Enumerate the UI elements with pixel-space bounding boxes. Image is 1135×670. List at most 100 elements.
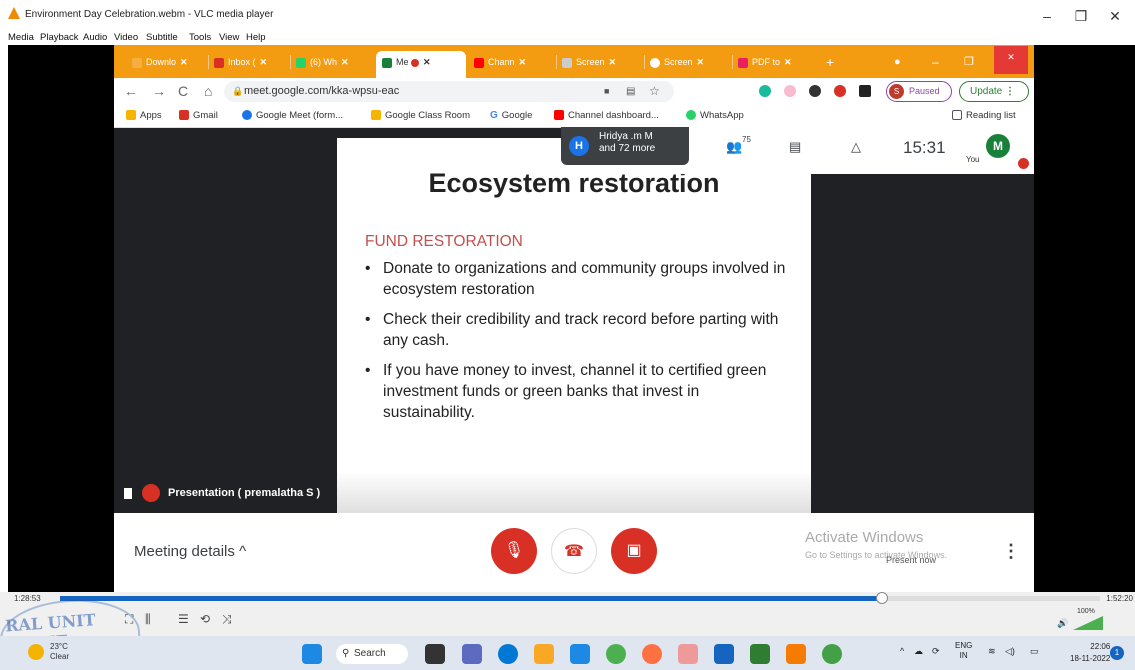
extension-icon[interactable] xyxy=(784,85,796,97)
minimize-button[interactable]: – xyxy=(1032,6,1062,26)
restore-button[interactable]: ❐ xyxy=(1066,6,1096,26)
network-share-icon[interactable]: ⟳ xyxy=(932,646,940,657)
tab-inbox[interactable]: Inbox (✕ xyxy=(214,51,286,73)
present-now-button[interactable]: Present now xyxy=(886,555,936,565)
start-icon[interactable] xyxy=(302,644,322,664)
cloud-icon[interactable]: ☁ xyxy=(914,646,923,657)
tab-screen-2[interactable]: Screen ✕ xyxy=(650,51,728,73)
record-extension-icon[interactable] xyxy=(834,85,846,97)
profile-paused-button[interactable]: S Paused xyxy=(886,81,952,102)
close-tab-icon[interactable]: ✕ xyxy=(341,57,349,67)
close-tab-icon[interactable]: ✕ xyxy=(609,57,617,67)
task-view-icon[interactable] xyxy=(425,644,445,664)
close-tab-icon[interactable]: ✕ xyxy=(519,57,527,67)
puzzle-icon[interactable] xyxy=(859,85,871,97)
leave-call-button[interactable]: ☎ xyxy=(551,528,597,574)
mic-toggle-button[interactable]: 🎙 xyxy=(491,528,537,574)
chat-app-icon[interactable] xyxy=(462,644,482,664)
wifi-icon[interactable]: ≋ xyxy=(988,646,996,657)
search-label: Search xyxy=(354,648,386,659)
speaker-icon[interactable]: 🔊 xyxy=(1057,618,1068,629)
close-tab-icon[interactable]: ✕ xyxy=(784,57,792,67)
tray-chevron-icon[interactable]: ^ xyxy=(900,646,904,656)
url-input[interactable]: 🔒 meet.google.com/kka-wpsu-eac ■ ▤ ☆ xyxy=(224,81,674,102)
weather-widget[interactable]: 23°C Clear xyxy=(28,642,69,662)
menu-audio[interactable]: Audio xyxy=(83,32,107,43)
file-explorer-icon[interactable] xyxy=(534,644,554,664)
close-tab-icon[interactable]: ✕ xyxy=(697,57,705,67)
language-indicator[interactable]: ENG IN xyxy=(955,641,972,661)
bookmark-channel-dashboard[interactable]: Channel dashboard... xyxy=(554,110,659,121)
extension-icon[interactable] xyxy=(809,85,821,97)
people-icon[interactable]: 👥 xyxy=(726,139,742,155)
taskbar-clock[interactable]: 22:06 18-11-2022 xyxy=(1070,641,1110,665)
excel-icon[interactable] xyxy=(750,644,770,664)
tab-screen-1[interactable]: Screen ✕ xyxy=(562,51,640,73)
menu-view[interactable]: View xyxy=(219,32,239,43)
grammarly-icon[interactable] xyxy=(759,85,771,97)
bookmark-google[interactable]: G Google xyxy=(490,110,532,121)
home-icon[interactable]: ⌂ xyxy=(204,83,212,99)
reload-icon[interactable]: C xyxy=(178,83,188,99)
update-button[interactable]: Update ⋮ xyxy=(959,81,1029,102)
firefox-icon[interactable] xyxy=(642,644,662,664)
menu-help[interactable]: Help xyxy=(246,32,266,43)
notification-badge[interactable]: 1 xyxy=(1110,646,1124,660)
reading-list-button[interactable]: Reading list xyxy=(952,110,1016,121)
camera-icon[interactable]: ■ xyxy=(604,81,609,102)
tab-channel[interactable]: Chann ✕ xyxy=(474,51,552,73)
loop-icon[interactable]: ⟲ xyxy=(200,612,210,626)
apps-grid-icon xyxy=(126,110,136,121)
bookmark-apps[interactable]: Apps xyxy=(126,110,162,121)
participants-chip[interactable]: H Hridya .m M and 72 more xyxy=(561,127,689,165)
bookmark-class-room[interactable]: Google Class Room xyxy=(371,110,470,121)
volume-icon[interactable]: ◁) xyxy=(1005,646,1015,657)
seek-bar[interactable]: 1:28:53 1:52:20 xyxy=(0,592,1135,606)
app-icon[interactable] xyxy=(678,644,698,664)
search-box[interactable]: ⚲ Search xyxy=(336,644,408,664)
close-tab-icon[interactable]: ✕ xyxy=(423,57,431,67)
bookmark-google-meet[interactable]: Google Meet (form... xyxy=(242,110,343,121)
mail-icon[interactable] xyxy=(570,644,590,664)
close-tab-icon[interactable]: ✕ xyxy=(260,57,268,67)
new-tab-button[interactable]: + xyxy=(826,51,840,73)
tab-pdf[interactable]: PDF to ✕ xyxy=(738,51,810,73)
forward-icon[interactable]: → xyxy=(152,83,166,99)
playlist-icon[interactable]: ☰ xyxy=(178,612,189,626)
battery-icon[interactable]: ▭ xyxy=(1030,646,1039,657)
meeting-details-button[interactable]: Meeting details ^ xyxy=(134,543,246,560)
vlc-icon[interactable] xyxy=(786,644,806,664)
chrome-restore-button[interactable]: ❐ xyxy=(964,51,978,73)
tab-meet[interactable]: Me ✕ xyxy=(376,51,466,78)
pin-icon[interactable] xyxy=(124,487,132,499)
back-icon[interactable]: ← xyxy=(124,83,138,99)
bookmark-gmail[interactable]: Gmail xyxy=(179,110,218,121)
word-icon[interactable] xyxy=(714,644,734,664)
bookmark-whatsapp[interactable]: WhatsApp xyxy=(686,110,744,121)
tab-search-icon[interactable]: ● xyxy=(894,51,908,73)
menu-playback[interactable]: Playback xyxy=(40,32,79,43)
menu-tools[interactable]: Tools xyxy=(189,32,211,43)
camera-toggle-button[interactable]: ▣ xyxy=(611,528,657,574)
translate-icon[interactable]: ▤ xyxy=(626,81,635,102)
close-tab-icon[interactable]: ✕ xyxy=(180,57,188,67)
menu-video[interactable]: Video xyxy=(114,32,138,43)
seek-handle[interactable] xyxy=(875,592,888,604)
volume-slider[interactable]: 🔊 100% xyxy=(1055,608,1103,630)
tab-downloads[interactable]: Downlo ✕ xyxy=(132,51,204,73)
shuffle-icon[interactable]: ⤨ xyxy=(222,612,232,627)
menu-subtitle[interactable]: Subtitle xyxy=(146,32,178,43)
tab-whatsapp[interactable]: (6) Wh ✕ xyxy=(296,51,371,73)
close-button[interactable]: ✕ xyxy=(1100,6,1130,26)
star-icon[interactable]: ☆ xyxy=(649,81,660,102)
chat-icon[interactable]: ▤ xyxy=(789,139,801,155)
extended-settings-icon[interactable]: ⫼ xyxy=(145,612,151,627)
menu-media[interactable]: Media xyxy=(8,32,34,43)
chrome-profile-icon[interactable] xyxy=(822,644,842,664)
chrome-close-button[interactable]: ✕ xyxy=(994,46,1028,74)
edge-icon[interactable] xyxy=(498,644,518,664)
chrome-minimize-button[interactable]: – xyxy=(932,51,946,73)
activities-icon[interactable]: △ xyxy=(851,139,861,155)
more-options-icon[interactable]: ⋮ xyxy=(1002,541,1020,562)
chrome-icon[interactable] xyxy=(606,644,626,664)
